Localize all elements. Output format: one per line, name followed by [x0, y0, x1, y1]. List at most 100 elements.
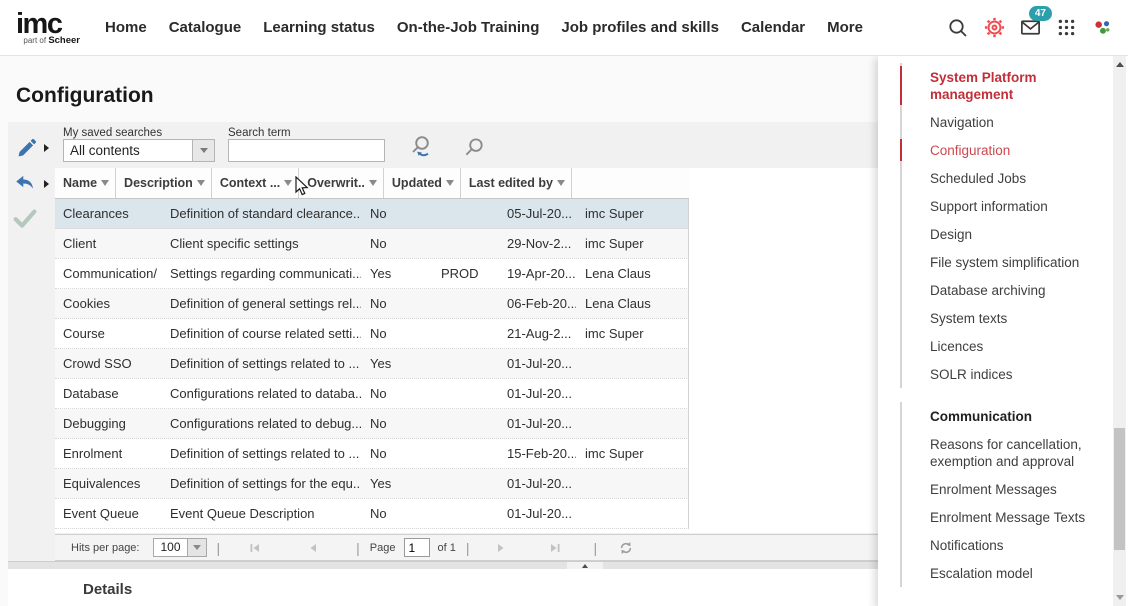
column-header[interactable]: Overwrit.. [299, 168, 384, 198]
admin-menu-item[interactable]: Communication [902, 402, 1096, 430]
table-row[interactable]: Debugging Configurations related to debu… [55, 409, 689, 439]
nav-item[interactable]: On-the-Job Training [386, 0, 551, 56]
messages-button[interactable]: 47 [1012, 10, 1048, 46]
top-bar: imc part of Scheer HomeCatalogueLearning… [0, 0, 1128, 56]
hits-dropdown-button[interactable] [187, 539, 206, 556]
column-header[interactable]: Context ... [212, 168, 299, 198]
admin-menu-item[interactable]: Enrolment Messages [902, 475, 1096, 503]
admin-menu-item[interactable]: System Platform management [902, 63, 1096, 108]
column-header[interactable]: Updated [384, 168, 461, 198]
apps-grid-icon [1056, 17, 1077, 38]
cell-last-edited-by: Lena Claus [577, 259, 689, 288]
table-row[interactable]: Clearances Definition of standard cleara… [55, 199, 689, 229]
column-filter-icon[interactable] [197, 180, 205, 186]
page-number-input[interactable] [404, 538, 430, 557]
confirm-button[interactable] [11, 204, 39, 237]
cell-last-edited-by: imc Super [577, 439, 689, 468]
column-header[interactable]: Description [116, 168, 212, 198]
hits-per-page-select[interactable]: 100 [153, 538, 206, 557]
admin-menu-item[interactable]: Licences [902, 332, 1096, 360]
search-button[interactable] [940, 10, 976, 46]
cell-updated: 01-Jul-20... [499, 349, 577, 378]
table-row[interactable]: Crowd SSO Definition of settings related… [55, 349, 689, 379]
search-submit-button[interactable] [463, 136, 486, 164]
cell-name: Cookies [55, 289, 162, 318]
first-page-button[interactable] [242, 542, 268, 554]
saved-searches-dropdown-button[interactable] [192, 140, 214, 161]
nav-item[interactable]: Calendar [730, 0, 816, 56]
admin-menu-item[interactable]: Notifications [902, 531, 1096, 559]
cell-description: Definition of general settings rel... [162, 289, 362, 318]
admin-menu-item[interactable]: System texts [902, 304, 1096, 332]
first-page-icon [249, 542, 261, 554]
saved-searches-select[interactable]: All contents [63, 139, 215, 162]
column-header[interactable]: Name [55, 168, 116, 198]
nav-item[interactable]: Catalogue [158, 0, 253, 56]
column-filter-icon[interactable] [446, 180, 454, 186]
cell-updated: 01-Jul-20... [499, 379, 577, 408]
table-row[interactable]: Event Queue Event Queue Description No 0… [55, 499, 689, 529]
edit-menu-caret[interactable] [44, 144, 49, 152]
table-row[interactable]: Cookies Definition of general settings r… [55, 289, 689, 319]
prev-page-icon [307, 542, 319, 554]
table-row[interactable]: Enrolment Definition of settings related… [55, 439, 689, 469]
column-label: Updated [392, 176, 442, 190]
admin-menu-item[interactable]: File system simplification [902, 248, 1096, 276]
admin-menu-item[interactable]: Enrolment Message Texts [902, 503, 1096, 531]
next-page-button[interactable] [488, 542, 514, 554]
admin-menu-item[interactable]: SOLR indices [902, 360, 1096, 388]
refresh-button[interactable] [613, 541, 639, 555]
separator: | [356, 540, 360, 556]
cell-description: Definition of standard clearance... [162, 199, 362, 228]
pagination-bar: Hits per page: 100 | | Page of 1 | | [55, 534, 878, 561]
undo-button[interactable] [13, 171, 39, 202]
cell-last-edited-by [577, 499, 689, 528]
undo-menu-caret[interactable] [44, 180, 49, 188]
panel-scrollbar[interactable] [1113, 55, 1126, 606]
column-label: Last edited by [469, 176, 553, 190]
community-button[interactable] [1084, 10, 1120, 46]
saved-searches-label: My saved searches [63, 127, 162, 139]
nav-item[interactable]: Home [94, 0, 158, 56]
admin-menu-item[interactable]: Support information [902, 192, 1096, 220]
admin-menu-item[interactable]: Configuration [902, 136, 1096, 164]
admin-menu-item[interactable]: Design [902, 220, 1096, 248]
table-row[interactable]: Communication/ Settings regarding commun… [55, 259, 689, 289]
table-row[interactable]: Equivalences Definition of settings for … [55, 469, 689, 499]
column-filter-icon[interactable] [101, 180, 109, 186]
edit-button[interactable] [15, 136, 39, 165]
admin-menu-item[interactable]: Scheduled Jobs [902, 164, 1096, 192]
nav-item[interactable]: Learning status [252, 0, 386, 56]
system-platform-menu-group: System Platform managementNavigationConf… [900, 63, 1096, 388]
admin-menu-item[interactable]: Reasons for cancellation, exemption and … [902, 430, 1096, 475]
cell-updated: 06-Feb-20... [499, 289, 577, 318]
panel-splitter[interactable] [8, 561, 878, 569]
reset-search-button[interactable] [410, 134, 436, 165]
logo-subtext: part of Scheer [16, 36, 80, 45]
cell-overwrite [433, 379, 499, 408]
last-page-button[interactable] [542, 542, 568, 554]
scrollbar-thumb[interactable] [1114, 428, 1125, 550]
nav-item[interactable]: More [816, 0, 874, 56]
nav-item[interactable]: Job profiles and skills [550, 0, 730, 56]
column-header[interactable]: Last edited by [461, 168, 572, 198]
admin-menu-item[interactable]: Navigation [902, 108, 1096, 136]
table-row[interactable]: Course Definition of course related sett… [55, 319, 689, 349]
admin-settings-button[interactable] [976, 10, 1012, 46]
table-row[interactable]: Database Configurations related to datab… [55, 379, 689, 409]
apps-button[interactable] [1048, 10, 1084, 46]
scroll-up-button[interactable] [1113, 57, 1126, 71]
cell-overwrite [433, 499, 499, 528]
table-row[interactable]: Client Client specific settings No 29-No… [55, 229, 689, 259]
collapse-handle[interactable] [567, 562, 603, 569]
admin-menu-item[interactable]: Escalation model [902, 559, 1096, 587]
column-filter-icon[interactable] [557, 180, 565, 186]
imc-logo[interactable]: imc part of Scheer [16, 11, 80, 45]
column-label: Name [63, 176, 97, 190]
column-filter-icon[interactable] [369, 180, 377, 186]
search-term-input[interactable] [228, 139, 385, 162]
admin-menu-item[interactable]: Database archiving [902, 276, 1096, 304]
column-filter-icon[interactable] [284, 180, 292, 186]
prev-page-button[interactable] [300, 542, 326, 554]
scroll-down-button[interactable] [1113, 590, 1126, 604]
